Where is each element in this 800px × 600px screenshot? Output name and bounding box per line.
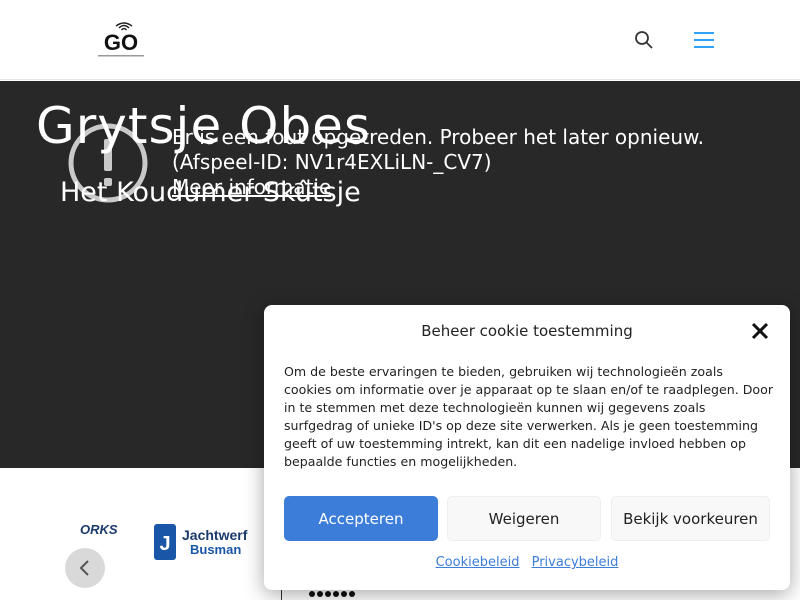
page: GO Grytsje Obes Het Koudumer Skûtsje Er … xyxy=(0,0,800,600)
video-error-line2: (Afspeel-ID: NV1r4EXLiLN-_CV7) xyxy=(172,150,492,174)
svg-text:J: J xyxy=(159,533,170,555)
video-error-line1: Er is een fout opgetreden. Probeer het l… xyxy=(172,125,704,149)
cookie-policy-link[interactable]: Cookiebeleid xyxy=(436,555,520,570)
carousel-prev-button[interactable] xyxy=(65,548,105,588)
hamburger-menu-icon[interactable] xyxy=(692,28,716,52)
svg-text:Busman: Busman xyxy=(190,542,241,557)
svg-text:GO: GO xyxy=(104,30,138,55)
svg-text:Jachtwerf: Jachtwerf xyxy=(182,527,248,543)
cookie-policy-links: Cookiebeleid Privacybeleid xyxy=(264,555,790,570)
site-logo[interactable]: GO xyxy=(94,18,148,60)
sponsor-logo-partial[interactable]: ORKS xyxy=(80,522,118,537)
close-icon[interactable] xyxy=(750,321,770,341)
error-exclamation-icon xyxy=(68,123,148,203)
cookie-dialog-title: Beheer cookie toestemming xyxy=(421,322,633,340)
cookie-dialog-body: Om de beste ervaringen te bieden, gebrui… xyxy=(284,364,774,469)
view-preferences-button[interactable]: Bekijk voorkeuren xyxy=(611,496,770,541)
cookie-consent-dialog: Beheer cookie toestemming Om de beste er… xyxy=(264,305,790,590)
video-error-message: Er is een fout opgetreden. Probeer het l… xyxy=(172,125,704,175)
privacy-policy-link[interactable]: Privacybeleid xyxy=(532,555,619,570)
search-icon[interactable] xyxy=(632,28,656,52)
chevron-left-icon xyxy=(79,560,89,576)
sponsor-logo-jachtwerf-busman[interactable]: J Jachtwerf Busman xyxy=(152,522,262,564)
accept-button[interactable]: Accepteren xyxy=(284,496,438,541)
site-header: GO xyxy=(0,0,800,80)
more-info-link[interactable]: Meer informatie xyxy=(172,175,331,199)
deny-button[interactable]: Weigeren xyxy=(447,496,601,541)
